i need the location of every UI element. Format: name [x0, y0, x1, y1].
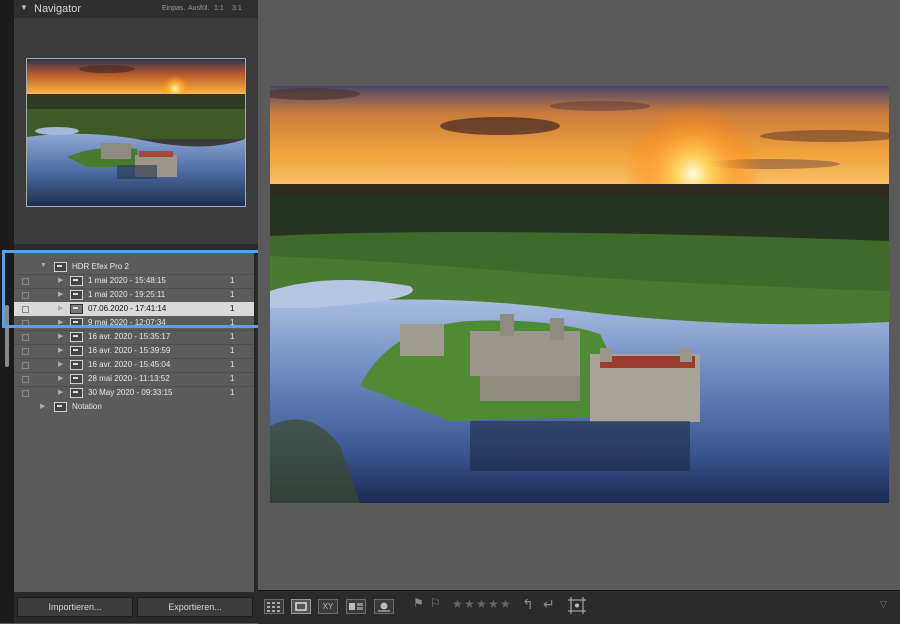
selection-highlight-box	[2, 250, 261, 328]
row-checkbox[interactable]	[22, 390, 29, 397]
zoom-1-1-option[interactable]: 1:1	[214, 5, 224, 12]
rotate-right-icon[interactable]: ↵	[543, 596, 555, 613]
rotate-left-icon[interactable]: ↰	[522, 596, 534, 613]
collection-row[interactable]: ▶ 16 avr. 2020 - 15:39:59 1	[14, 344, 254, 358]
toolbar-menu-chevron-icon[interactable]: ▽	[880, 599, 887, 610]
collection-row[interactable]: ▶ 30 May 2020 - 09:33:15 1	[14, 386, 254, 400]
rating-star-5-icon[interactable]: ★	[500, 597, 511, 611]
collection-row[interactable]: ▶ 28 mai 2020 - 11:13:52 1	[14, 372, 254, 386]
zoom-fit-option[interactable]: Einpas.	[162, 5, 185, 12]
collection-icon	[70, 332, 83, 342]
collection-icon	[70, 388, 83, 398]
navigator-preview-image[interactable]	[26, 58, 246, 207]
collection-count: 1	[230, 388, 235, 397]
expand-right-icon[interactable]: ▶	[58, 388, 63, 396]
row-checkbox[interactable]	[22, 334, 29, 341]
collection-set-label: Notation	[72, 402, 102, 411]
collection-icon	[70, 360, 83, 370]
collection-row[interactable]: ▶ 16 avr. 2020 - 15:45:04 1	[14, 358, 254, 372]
flag-reject-icon[interactable]: ⚐	[430, 596, 441, 610]
collection-label: 28 mai 2020 - 11:13:52	[88, 374, 170, 383]
collection-icon	[70, 374, 83, 384]
collection-row[interactable]: ▶ 16 avr. 2020 - 15:35:17 1	[14, 330, 254, 344]
expand-right-icon[interactable]: ▶	[58, 346, 63, 354]
compare-view-button[interactable]: XY	[318, 599, 338, 614]
zoom-3-1-option[interactable]: 3:1	[232, 5, 242, 12]
survey-view-button[interactable]	[346, 599, 366, 614]
collapse-triangle-icon[interactable]: ▼	[20, 3, 28, 12]
rating-star-3-icon[interactable]: ★	[476, 597, 487, 611]
loupe-view-button[interactable]	[291, 599, 311, 614]
import-button[interactable]: Importieren...	[17, 597, 133, 617]
collection-label: 16 avr. 2020 - 15:35:17	[88, 332, 171, 341]
grid-view-button[interactable]	[264, 599, 284, 614]
collection-set-icon	[54, 402, 67, 412]
expand-right-icon[interactable]: ▶	[40, 402, 45, 410]
crop-overlay-icon[interactable]	[568, 597, 586, 614]
export-button[interactable]: Exportieren...	[137, 597, 253, 617]
row-checkbox[interactable]	[22, 362, 29, 369]
navigator-header[interactable]: ▼ Navigator Einpas. Ausfül. 1:1 3:1	[14, 0, 258, 18]
collection-icon	[70, 346, 83, 356]
collection-label: 30 May 2020 - 09:33:15	[88, 388, 173, 397]
main-photo[interactable]	[270, 86, 889, 503]
collection-count: 1	[230, 374, 235, 383]
bottom-toolbar: XY ⚑ ⚐ ★ ★ ★ ★ ★ ↰ ↵ ▽	[258, 590, 900, 624]
collection-count: 1	[230, 360, 235, 369]
rating-star-2-icon[interactable]: ★	[464, 597, 475, 611]
collection-count: 1	[230, 332, 235, 341]
navigator-panel	[14, 18, 258, 244]
people-view-button[interactable]	[374, 599, 394, 614]
rating-star-4-icon[interactable]: ★	[488, 597, 499, 611]
expand-right-icon[interactable]: ▶	[58, 374, 63, 382]
navigator-title: Navigator	[34, 3, 82, 15]
collection-label: 16 avr. 2020 - 15:45:04	[88, 360, 171, 369]
collection-label: 16 avr. 2020 - 15:39:59	[88, 346, 171, 355]
zoom-fill-option[interactable]: Ausfül.	[188, 5, 209, 12]
expand-right-icon[interactable]: ▶	[58, 360, 63, 368]
row-checkbox[interactable]	[22, 376, 29, 383]
flag-pick-icon[interactable]: ⚑	[413, 596, 424, 610]
row-checkbox[interactable]	[22, 348, 29, 355]
expand-right-icon[interactable]: ▶	[58, 332, 63, 340]
rating-star-1-icon[interactable]: ★	[452, 597, 463, 611]
collection-count: 1	[230, 346, 235, 355]
collection-set-notation[interactable]: ▶ Notation	[14, 400, 254, 414]
